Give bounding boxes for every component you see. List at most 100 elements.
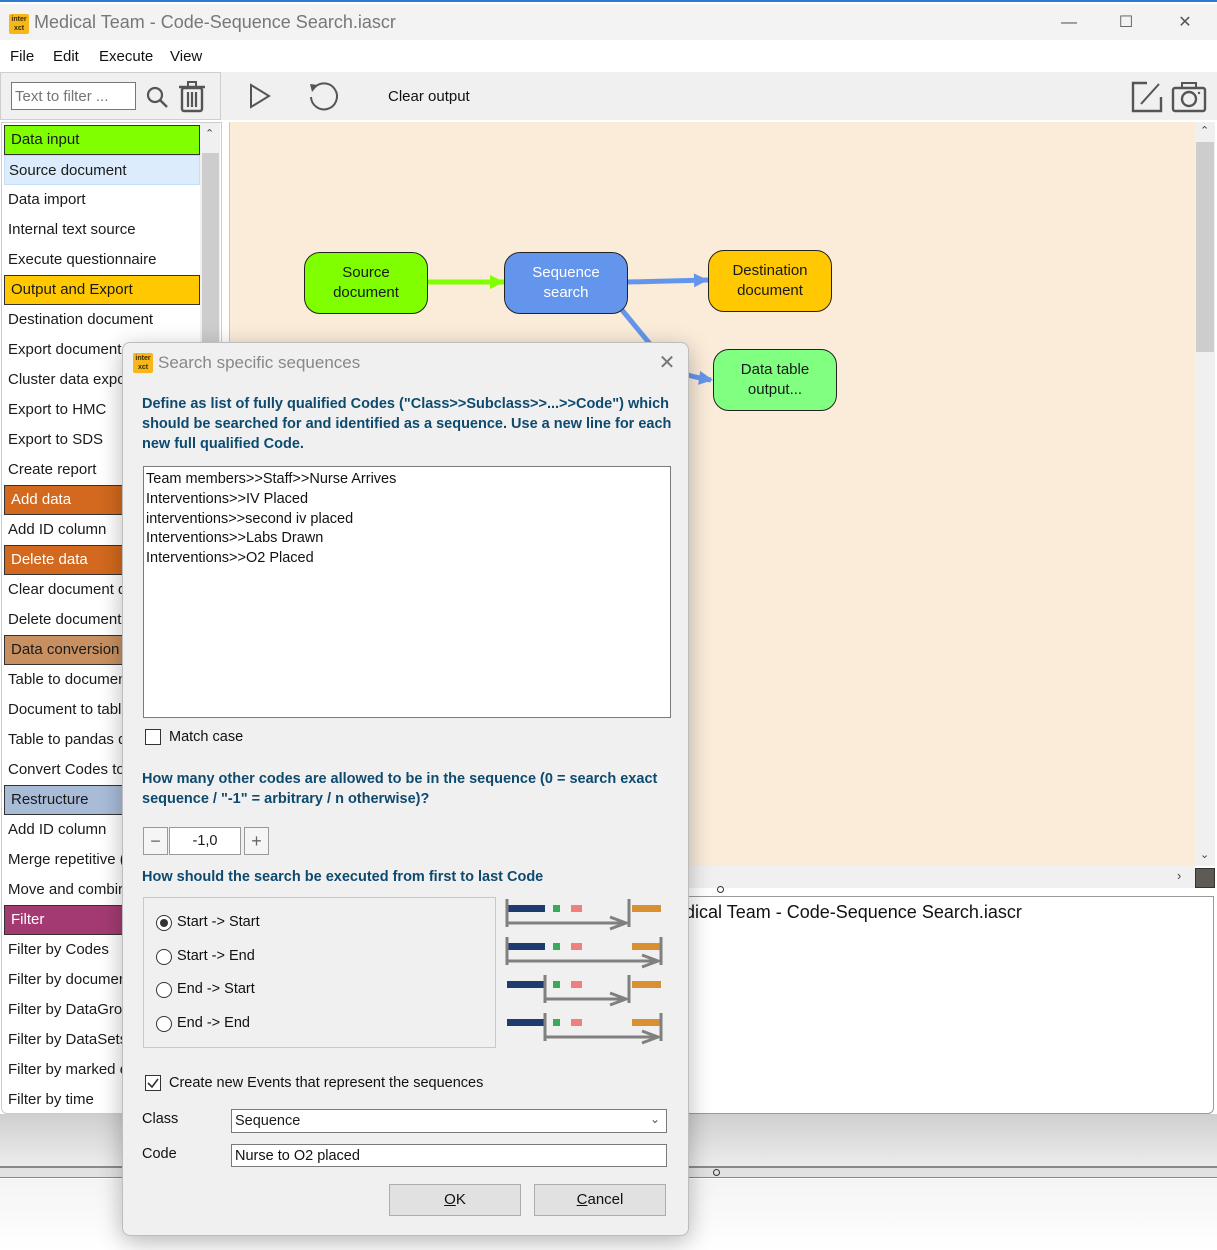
node-label: Data table xyxy=(740,361,810,378)
node-label: document xyxy=(737,282,803,299)
node-label: Destination xyxy=(732,262,808,279)
output-text: edical Team - Code-Sequence Search.iascr xyxy=(675,902,1022,922)
checkmark-icon xyxy=(147,1078,159,1089)
canvas-scroll-thumb[interactable] xyxy=(1196,142,1214,352)
search-mode-diagram xyxy=(505,899,663,1045)
canvas-vertical-scrollbar[interactable]: ⌃ ⌄ xyxy=(1195,122,1215,866)
canvas-corner xyxy=(1195,868,1215,888)
cancel-button-label: Cancel xyxy=(576,1191,624,1208)
module-item[interactable]: Source document xyxy=(4,155,200,185)
menu-file[interactable]: File xyxy=(10,48,34,65)
middle-code-marker xyxy=(571,905,582,912)
create-events-label: Create new Events that represent the seq… xyxy=(169,1075,484,1091)
maximize-button[interactable]: ☐ xyxy=(1103,8,1149,38)
first-code-bar xyxy=(507,981,545,988)
splitter-handle-icon[interactable] xyxy=(713,1169,720,1176)
node-sequence[interactable]: Sequence search xyxy=(504,252,628,314)
arrowhead-icon xyxy=(490,275,504,289)
last-code-bar xyxy=(632,981,661,988)
code-input[interactable] xyxy=(231,1144,667,1167)
node-label: Source xyxy=(342,264,390,281)
create-events-checkbox[interactable] xyxy=(145,1075,161,1091)
reset-icon[interactable] xyxy=(306,80,340,112)
ok-button[interactable]: OK xyxy=(389,1184,521,1216)
search-sequences-dialog: inter xct Search specific sequences ✕ Def… xyxy=(122,342,689,1236)
app-logo-icon: inter xct xyxy=(9,14,29,34)
stepper-increment-button[interactable]: + xyxy=(244,827,269,855)
title-bar: inter xct Medical Team - Code-Sequence Se… xyxy=(0,4,1217,40)
middle-code-marker xyxy=(553,981,560,988)
main-window: inter xct Medical Team - Code-Sequence Se… xyxy=(0,0,1217,1250)
first-code-bar xyxy=(507,1019,545,1026)
radio-start-end[interactable] xyxy=(156,949,172,965)
module-item[interactable]: Destination document xyxy=(4,305,200,335)
radio-end-start[interactable] xyxy=(156,982,172,998)
node-label: search xyxy=(543,284,589,301)
search-icon[interactable] xyxy=(145,85,169,109)
camera-icon[interactable] xyxy=(1171,81,1207,113)
other-codes-stepper-value[interactable]: -1,0 xyxy=(169,827,241,855)
module-item[interactable]: Internal text source xyxy=(4,215,200,245)
stepper-decrement-button[interactable]: − xyxy=(143,827,168,855)
trash-icon[interactable] xyxy=(178,81,206,113)
first-code-bar xyxy=(507,943,545,950)
match-case-checkbox[interactable] xyxy=(145,729,161,745)
radio-label: Start -> Start xyxy=(177,914,260,930)
scroll-up-icon[interactable]: ⌃ xyxy=(205,127,214,140)
radio-end-end[interactable] xyxy=(156,1016,172,1032)
class-select-value: Sequence xyxy=(235,1113,301,1129)
menu-execute[interactable]: Execute xyxy=(99,48,153,65)
play-icon[interactable] xyxy=(248,83,272,109)
middle-code-marker xyxy=(553,905,560,912)
menu-edit[interactable]: Edit xyxy=(53,48,79,65)
radio-label: End -> Start xyxy=(177,981,255,997)
middle-code-marker xyxy=(571,1019,582,1026)
last-code-bar xyxy=(632,1019,661,1026)
other-codes-question: How many other codes are allowed to be i… xyxy=(142,771,658,807)
splitter-handle-icon[interactable] xyxy=(717,886,724,893)
radio-start-start[interactable] xyxy=(156,915,172,931)
cancel-button[interactable]: Cancel xyxy=(534,1184,666,1216)
module-item[interactable]: Execute questionnaire xyxy=(4,245,200,275)
node-destination[interactable]: Destination document xyxy=(708,250,832,312)
node-label: output... xyxy=(747,381,803,398)
radio-label: End -> End xyxy=(177,1015,250,1031)
edit-icon[interactable] xyxy=(1131,81,1163,113)
filter-input[interactable] xyxy=(11,82,136,110)
class-label: Class xyxy=(142,1111,179,1127)
scroll-down-icon[interactable]: ⌄ xyxy=(1200,848,1209,861)
middle-code-marker xyxy=(571,981,582,988)
last-code-bar xyxy=(632,905,661,912)
radio-label: Start -> End xyxy=(177,948,255,964)
menu-bar: File Edit Execute View xyxy=(0,40,1217,72)
code-label: Code xyxy=(142,1146,177,1162)
search-mode-group: Start -> Start Start -> End End -> Start… xyxy=(143,897,496,1048)
dialog-title: Search specific sequences xyxy=(158,353,361,372)
codes-textarea[interactable]: Team members>>Staff>>Nurse Arrives Inter… xyxy=(143,466,671,718)
dialog-close-button[interactable]: ✕ xyxy=(653,349,681,377)
node-datatable[interactable]: Data table output... xyxy=(713,349,837,411)
menu-view[interactable]: View xyxy=(170,48,202,65)
ok-button-label: OK xyxy=(444,1191,466,1208)
chevron-down-icon: ⌄ xyxy=(649,1112,660,1126)
category-header[interactable]: Data input xyxy=(4,125,200,155)
match-case-label: Match case xyxy=(169,729,244,745)
clear-output-button[interactable]: Clear output xyxy=(388,88,470,105)
class-select[interactable]: Sequence ⌄ xyxy=(231,1109,667,1133)
node-source[interactable]: Source document xyxy=(304,252,428,314)
window-title: Medical Team - Code-Sequence Search.iasc… xyxy=(34,12,396,32)
node-label: document xyxy=(333,284,399,301)
app-logo-icon: inter xct xyxy=(133,353,153,373)
scroll-up-icon[interactable]: ⌃ xyxy=(1200,124,1209,137)
scroll-right-icon[interactable]: › xyxy=(1177,868,1181,883)
main-toolbar xyxy=(221,72,1217,120)
arrowhead-icon xyxy=(693,273,708,288)
middle-code-marker xyxy=(571,943,582,950)
close-button[interactable]: ✕ xyxy=(1162,8,1208,38)
middle-code-marker xyxy=(553,943,560,950)
codes-instructions: Define as list of fully qualified Codes … xyxy=(142,396,672,452)
search-direction-question: How should the search be executed from f… xyxy=(142,869,544,885)
minimize-button[interactable]: — xyxy=(1046,8,1092,38)
module-item[interactable]: Data import xyxy=(4,185,200,215)
category-header[interactable]: Output and Export xyxy=(4,275,200,305)
